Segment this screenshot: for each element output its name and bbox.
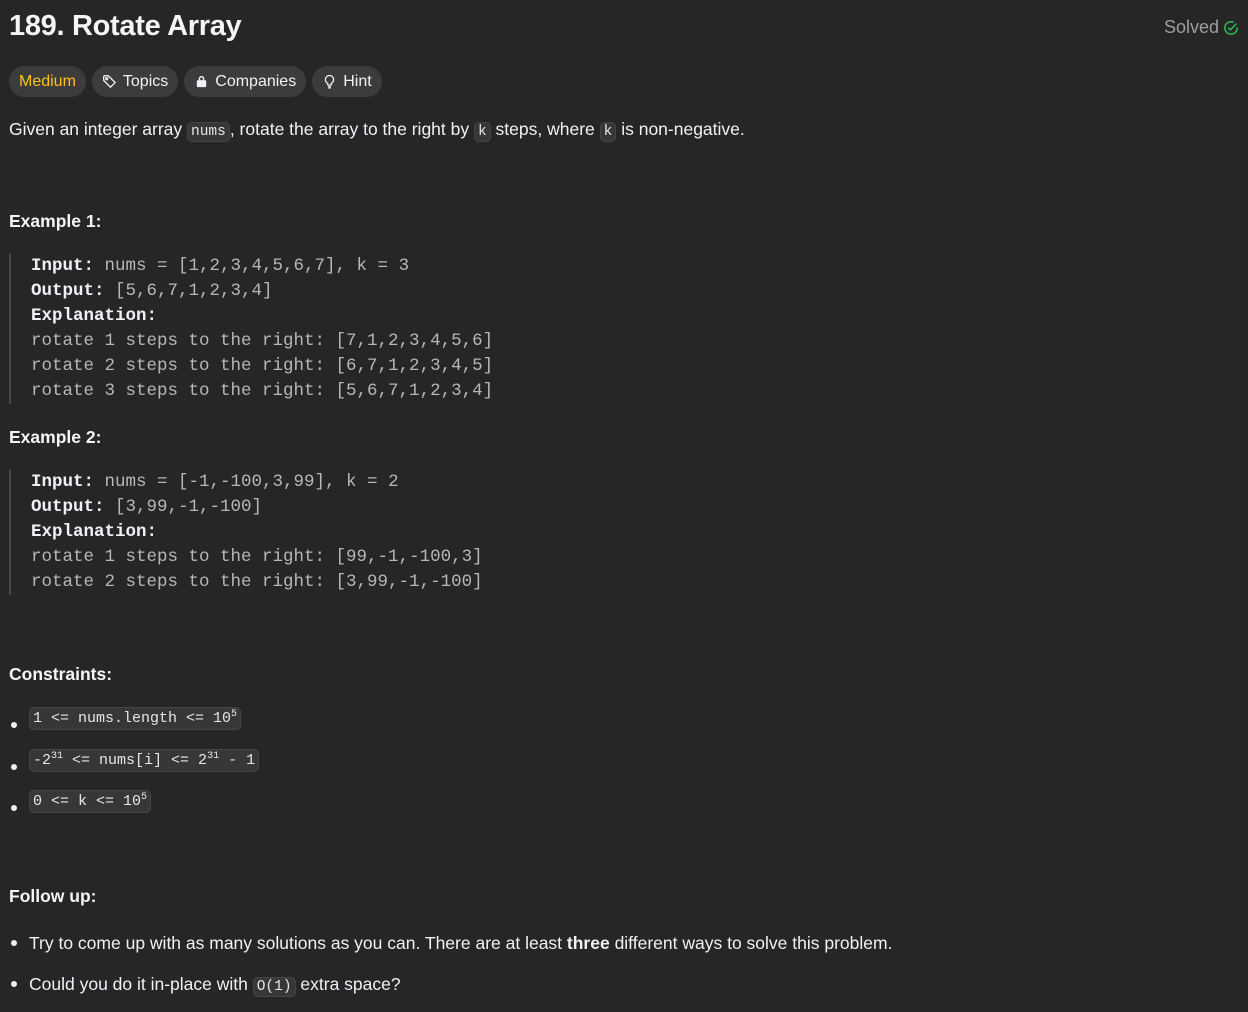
follow-up-text: extra space?: [295, 974, 401, 994]
list-item: 1 <= nums.length <= 105: [9, 707, 259, 751]
constraint-code: -231 <= nums[i] <= 231 - 1: [29, 748, 260, 772]
topics-button[interactable]: Topics: [91, 66, 179, 97]
topics-label: Topics: [122, 72, 169, 90]
companies-label: Companies: [215, 72, 297, 90]
page-title: 189. Rotate Array: [9, 10, 242, 42]
hint-label: Hint: [343, 72, 372, 90]
explanation-line: rotate 3 steps to the right: [5,6,7,1,2,…: [31, 381, 494, 401]
example-2-block: Input: nums = [-1,-100,3,99], k = 2 Outp…: [9, 470, 483, 595]
constraint-text: 1 <= nums.length <= 10: [33, 710, 232, 727]
follow-up-text: Could you do it in-place with: [29, 974, 253, 994]
description-text: steps, where: [490, 119, 600, 139]
description-text: is non-negative.: [616, 119, 745, 139]
check-circle-icon: [1224, 20, 1238, 35]
lightbulb-icon: [325, 74, 335, 89]
description-text: Given an integer array: [9, 119, 188, 139]
example-1-heading: Example 1:: [9, 211, 102, 231]
list-item: Could you do it in-place with O(1) extra…: [9, 971, 892, 1012]
constraint-exponent: 31: [207, 750, 220, 762]
input-label: Input:: [31, 256, 95, 276]
explanation-label: Explanation:: [31, 522, 158, 542]
explanation-line: rotate 2 steps to the right: [6,7,1,2,3,…: [31, 356, 494, 376]
lock-icon: [197, 75, 207, 88]
constraint-text: <= nums[i] <= 2: [63, 751, 208, 769]
constraint-text: 0 <= k <= 10: [33, 793, 142, 810]
input-value: nums = [1,2,3,4,5,6,7], k = 3: [94, 256, 410, 276]
code-o1: O(1): [252, 977, 296, 997]
explanation-line: rotate 1 steps to the right: [7,1,2,3,4,…: [31, 331, 494, 351]
constraints-heading: Constraints:: [9, 664, 113, 684]
difficulty-label: Medium: [19, 72, 76, 90]
follow-up-bold: three: [566, 933, 610, 953]
output-value: [3,99,-1,-100]: [104, 497, 263, 517]
constraints-list: 1 <= nums.length <= 105 -231 <= nums[i] …: [9, 707, 260, 834]
output-value: [5,6,7,1,2,3,4]: [104, 281, 273, 301]
tag-bar: Medium Topics Companies Hint: [9, 66, 382, 97]
explanation-label: Explanation:: [31, 306, 158, 326]
list-item: Try to come up with as many solutions as…: [9, 930, 892, 971]
problem-description: Given an integer array nums, rotate the …: [9, 116, 745, 145]
output-label: Output:: [31, 497, 105, 517]
difficulty-badge[interactable]: Medium: [9, 66, 86, 97]
follow-up-text: different ways to solve this problem.: [609, 933, 893, 953]
follow-up-list: Try to come up with as many solutions as…: [9, 930, 892, 1012]
list-item: -231 <= nums[i] <= 231 - 1: [9, 748, 260, 793]
companies-button[interactable]: Companies: [184, 66, 307, 97]
output-label: Output:: [31, 281, 105, 301]
input-label: Input:: [31, 472, 95, 492]
input-value: nums = [-1,-100,3,99], k = 2: [94, 472, 399, 492]
example-1-block: Input: nums = [1,2,3,4,5,6,7], k = 3 Out…: [9, 254, 493, 404]
constraint-exponent: 31: [51, 750, 64, 762]
list-item: 0 <= k <= 105: [9, 790, 259, 834]
explanation-line: rotate 2 steps to the right: [3,99,-1,-1…: [31, 572, 483, 592]
constraint-text: - 1: [219, 751, 256, 769]
code-nums: nums: [187, 122, 230, 142]
explanation-line: rotate 1 steps to the right: [99,-1,-100…: [31, 547, 483, 567]
solved-label: Solved: [1163, 17, 1219, 37]
solved-status: Solved: [1164, 17, 1239, 38]
constraint-code: 1 <= nums.length <= 105: [29, 707, 242, 730]
follow-up-heading: Follow up:: [9, 886, 97, 906]
constraint-text: -2: [33, 751, 52, 769]
constraint-exponent: 5: [231, 709, 238, 720]
follow-up-text: Try to come up with as many solutions as…: [29, 933, 567, 953]
hint-button[interactable]: Hint: [312, 66, 382, 97]
problem-page: 189. Rotate Array Solved Medium Topics C…: [9, 0, 1239, 1010]
description-text: , rotate the array to the right by: [229, 119, 474, 139]
code-k: k: [599, 122, 617, 142]
constraint-exponent: 5: [141, 792, 148, 803]
code-k: k: [473, 122, 491, 142]
example-2-heading: Example 2:: [9, 427, 102, 447]
problem-header: 189. Rotate Array Solved: [9, 8, 1239, 48]
tag-icon: [102, 75, 116, 89]
constraint-code: 0 <= k <= 105: [29, 790, 152, 813]
